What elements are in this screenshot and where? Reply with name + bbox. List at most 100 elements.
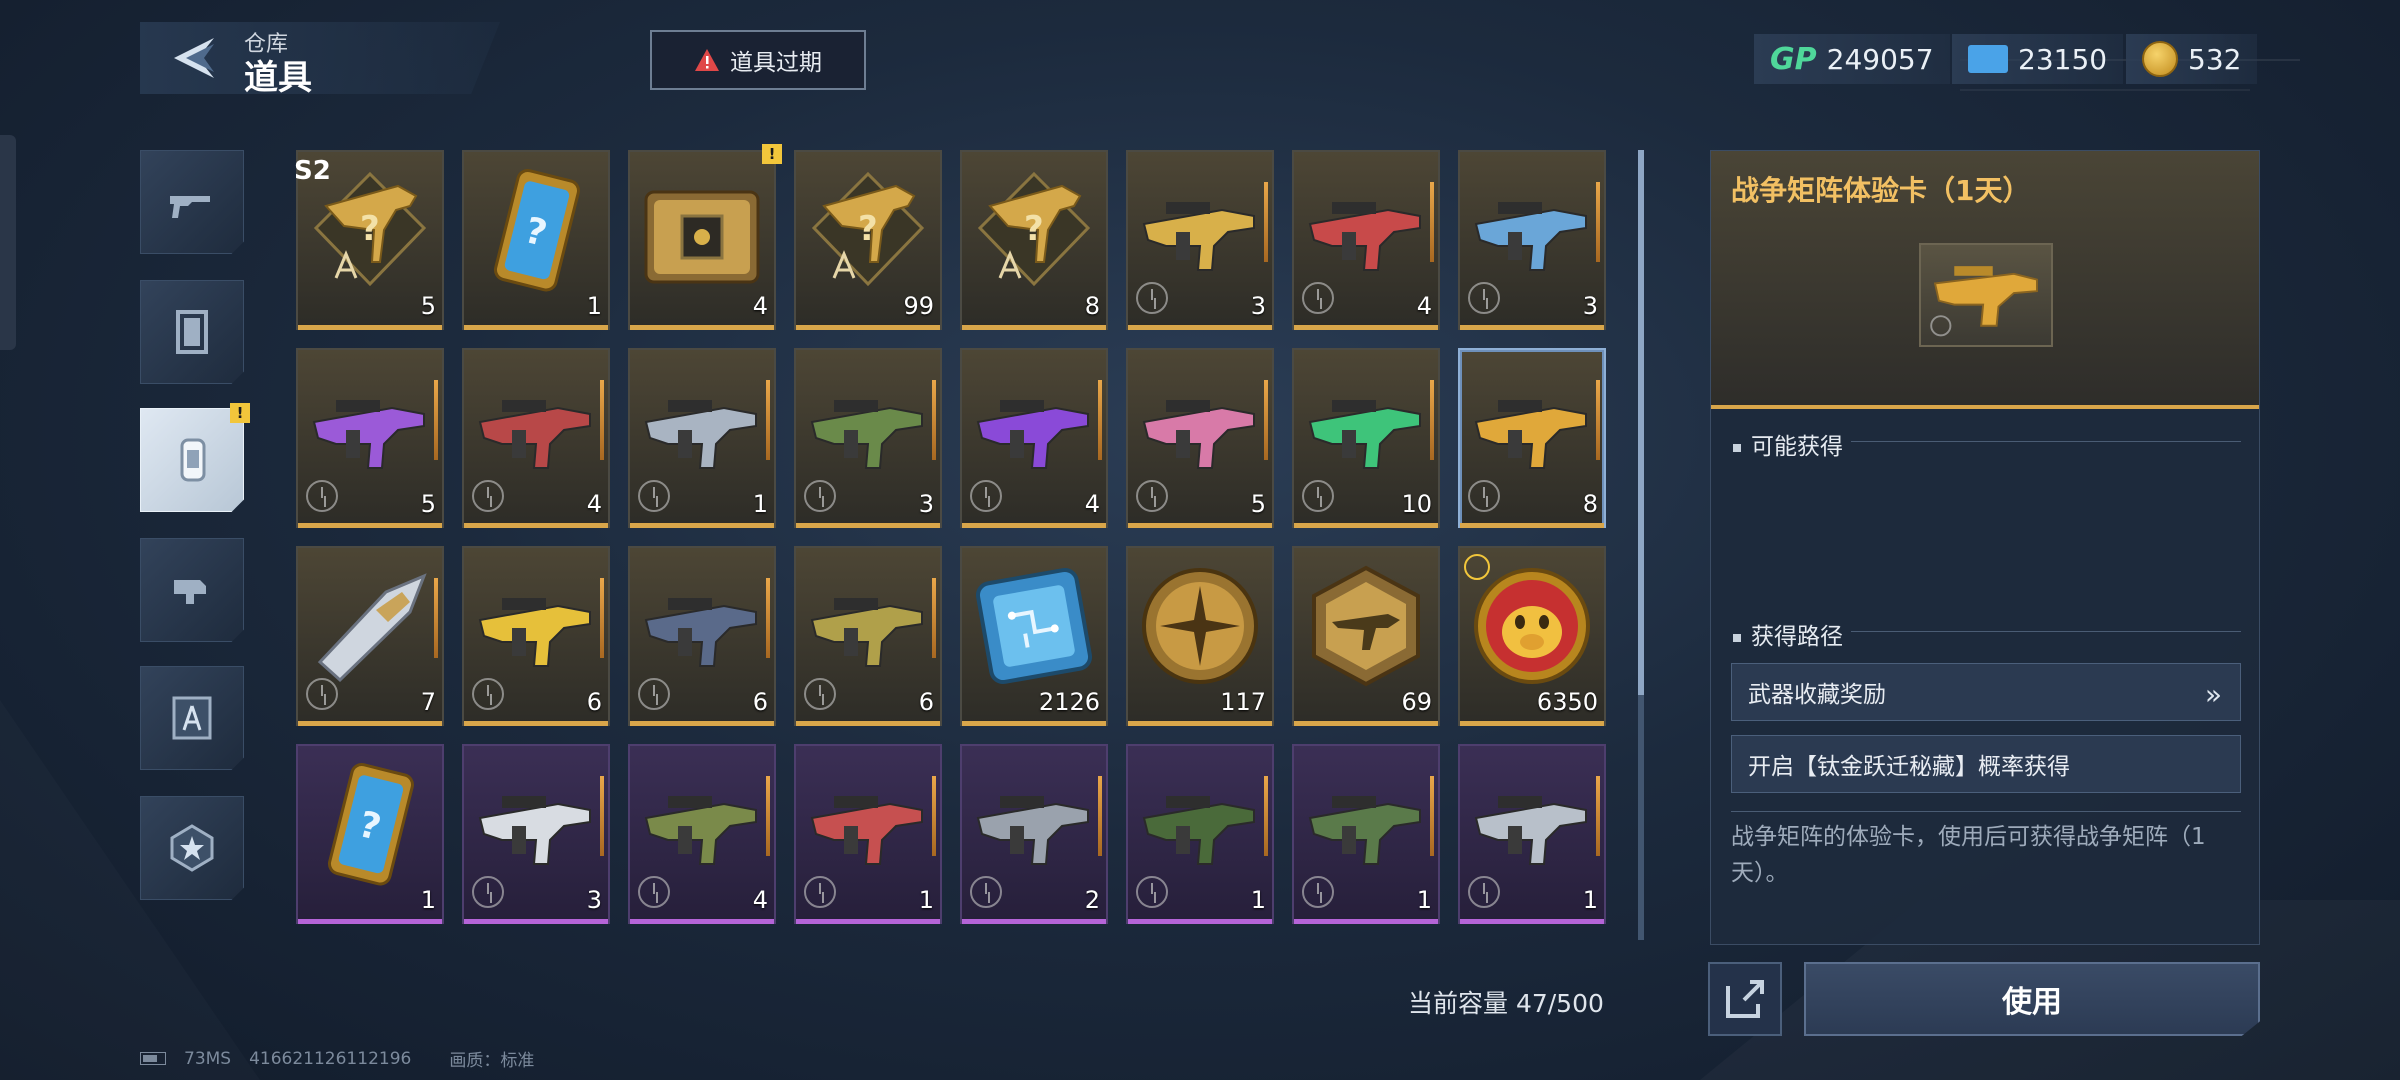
inventory-item-blueprint-gold-rifle-3[interactable]: ? 8 — [960, 150, 1108, 330]
inventory-item-mystery-card[interactable]: ? 1 — [462, 150, 610, 330]
gun-icon — [1302, 166, 1430, 294]
svg-text:?: ? — [858, 209, 878, 249]
inventory-item-trial-gun-camo[interactable]: 6 — [794, 546, 942, 726]
item-count: 6 — [586, 688, 602, 716]
inventory-item-trial-gun-pink[interactable]: 5 — [1126, 348, 1274, 528]
route-section-title: 获得路径 — [1733, 617, 1843, 651]
clock-icon — [804, 480, 836, 512]
rarity-strip — [1264, 776, 1268, 856]
item-count: 4 — [1084, 490, 1100, 518]
inventory-item-trial-gun-gray[interactable]: 2 — [960, 744, 1108, 924]
inventory-item-trial-pistol-silver[interactable]: 1 — [1458, 744, 1606, 924]
inventory-item-mystery-card-2[interactable]: ? 1 — [296, 744, 444, 924]
clock-icon — [1468, 282, 1500, 314]
rarity-bar — [962, 919, 1106, 924]
inventory-item-trial-gun-red[interactable]: 4 — [1292, 150, 1440, 330]
inventory-item-hex-badge[interactable]: 69 — [1292, 546, 1440, 726]
gun-icon — [970, 364, 1098, 492]
rarity-strip — [766, 380, 770, 460]
item-expire-button[interactable]: 道具过期 — [650, 30, 866, 90]
inventory-item-trial-gun-red-3[interactable]: 1 — [794, 744, 942, 924]
share-button[interactable] — [1708, 962, 1782, 1036]
gun-icon — [1468, 760, 1596, 888]
use-button[interactable]: 使用 — [1804, 962, 2260, 1036]
rarity-bar — [630, 325, 774, 330]
rarity-bar — [962, 325, 1106, 330]
inventory-item-pig-token[interactable]: 6350 — [1458, 546, 1606, 726]
tab-cards[interactable] — [140, 280, 244, 384]
clock-icon — [638, 678, 670, 710]
item-count: 5 — [1250, 490, 1266, 518]
inventory-item-trial-gun-violet[interactable]: 4 — [960, 348, 1108, 528]
item-count: 3 — [586, 886, 602, 914]
gun-icon — [638, 364, 766, 492]
obtain-section-title: 可能获得 — [1733, 427, 1843, 461]
inventory-item-trial-gun-gold[interactable]: 3 — [1126, 150, 1274, 330]
inventory-item-trial-gun-war-matrix[interactable]: 8 — [1458, 348, 1606, 528]
inventory-item-trial-gun-forest[interactable]: 1 — [1126, 744, 1274, 924]
gp-currency: GP 249057 — [1754, 34, 1950, 84]
ticket-currency: 23150 — [1952, 34, 2124, 84]
clock-icon — [638, 480, 670, 512]
rarity-bar — [1294, 919, 1438, 924]
inventory-item-gold-medal[interactable]: 117 — [1126, 546, 1274, 726]
inventory-item-chip[interactable]: 2126 — [960, 546, 1108, 726]
scrollbar-thumb[interactable] — [1638, 150, 1644, 695]
tab-weapons[interactable] — [140, 150, 244, 254]
rarity-bar — [1294, 721, 1438, 726]
tab-items[interactable] — [140, 408, 244, 512]
tab-blueprints[interactable] — [140, 666, 244, 770]
gun-icon — [804, 364, 932, 492]
inventory-item-trial-gun-emerald[interactable]: 10 — [1292, 348, 1440, 528]
inventory-item-trial-gun-blue[interactable]: 3 — [1458, 150, 1606, 330]
inventory-item-blueprint-gold-rifle[interactable]: ? 5 S2 — [294, 150, 444, 330]
item-count: 5 — [420, 292, 436, 320]
crate-icon — [638, 166, 766, 294]
rarity-bar — [464, 919, 608, 924]
inventory-item-trial-gun-yellow[interactable]: 6 — [462, 546, 610, 726]
rarity-strip — [1264, 182, 1268, 262]
rarity-strip — [600, 776, 604, 856]
route-weapon-collection[interactable]: 武器收藏奖励 » — [1731, 663, 2241, 721]
inventory-item-trial-gun-silver[interactable]: 1 — [628, 348, 776, 528]
gun-icon — [804, 760, 932, 888]
clock-icon — [472, 678, 504, 710]
knife-icon — [306, 562, 434, 690]
rarity-bar — [1128, 919, 1272, 924]
tab-attachments[interactable] — [140, 538, 244, 642]
inventory-item-trial-gun-purple[interactable]: 5 — [296, 348, 444, 528]
item-count: 6 — [752, 688, 768, 716]
inventory-item-crate[interactable]: 4! — [628, 144, 782, 330]
svg-text:?: ? — [360, 209, 380, 249]
rarity-bar — [1128, 523, 1272, 528]
rarity-bar — [962, 721, 1106, 726]
item-count: 10 — [1401, 490, 1432, 518]
item-count: 8 — [1084, 292, 1100, 320]
rarity-bar — [796, 919, 940, 924]
inventory-item-trial-knife[interactable]: 7 — [296, 546, 444, 726]
inventory-item-trial-gun-green[interactable]: 3 — [794, 348, 942, 528]
item-count: 99 — [903, 292, 934, 320]
gun-icon — [1468, 364, 1596, 492]
clock-icon — [638, 876, 670, 908]
inventory-item-trial-gun-moss[interactable]: 1 — [1292, 744, 1440, 924]
rarity-bar — [298, 919, 442, 924]
item-count: 6350 — [1536, 688, 1598, 716]
route-divider — [1851, 631, 2241, 632]
back-button[interactable]: 仓库 道具 — [140, 22, 500, 94]
gp-icon: GP — [1770, 41, 1817, 77]
gun-icon — [170, 196, 210, 218]
left-edge-tab — [0, 135, 16, 350]
item-count: 3 — [918, 490, 934, 518]
item-count: 3 — [1250, 292, 1266, 320]
tab-emblems[interactable] — [140, 796, 244, 900]
rarity-strip — [932, 578, 936, 658]
inventory-item-blueprint-gold-rifle-2[interactable]: ? 99 — [794, 150, 942, 330]
inventory-item-trial-gun-red-2[interactable]: 4 — [462, 348, 610, 528]
inventory-item-trial-smg-white[interactable]: 3 — [462, 744, 610, 924]
inventory-item-trial-gun-dark[interactable]: 6 — [628, 546, 776, 726]
rarity-bar — [630, 523, 774, 528]
detail-header: 战争矩阵体验卡（1天） — [1711, 151, 2259, 409]
inventory-item-trial-gun-olive[interactable]: 4 — [628, 744, 776, 924]
item-count: 1 — [1582, 886, 1598, 914]
